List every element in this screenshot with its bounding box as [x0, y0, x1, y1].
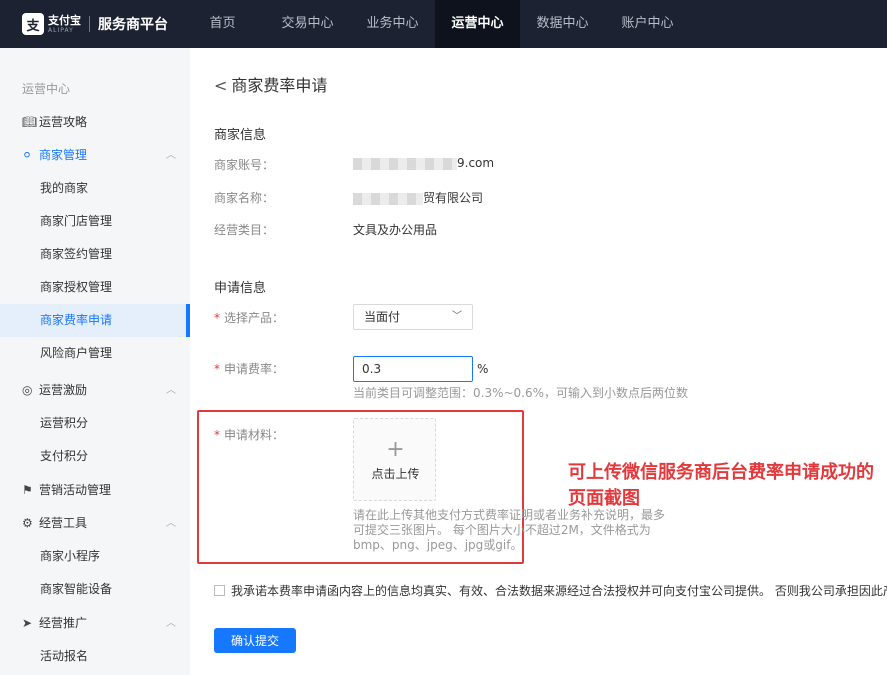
rate-label: * 申请费率： [214, 362, 285, 376]
alipay-logo[interactable]: 支 支付宝 ALIPAY 服务商平台 [22, 12, 168, 36]
sidebar-item-operation-incentive[interactable]: ◎ 运营激励 ︿ [0, 374, 190, 407]
masked-text [353, 157, 457, 170]
required-mark: * [214, 311, 220, 325]
nav-home[interactable]: 首页 [180, 0, 265, 48]
agreement-row: 我承诺本费率申请函内容上的信息均真实、有效、合法数据来源经过合法授权并可向支付宝… [214, 582, 887, 599]
nav-account-center[interactable]: 账户中心 [605, 0, 690, 48]
book-icon: 📖︎ [22, 115, 38, 129]
material-label: * 申请材料： [214, 428, 285, 442]
masked-text [353, 192, 423, 205]
required-mark: * [214, 362, 220, 376]
alipay-logo-icon: 支 [22, 13, 44, 35]
sidebar-item-operation-guide[interactable]: 📖︎ 运营攻略 [0, 106, 190, 139]
sidebar-item-business-promotion[interactable]: ➤ 经营推广 ︿ [0, 607, 190, 640]
send-icon: ➤ [22, 616, 33, 630]
chevron-up-icon: ︿ [166, 150, 176, 161]
sidebar-item-business-tools[interactable]: ⚙︎ 经营工具 ︿ [0, 507, 190, 540]
top-nav: 首页 交易中心 业务中心 运营中心 数据中心 账户中心 [180, 0, 690, 48]
sidebar-title: 运营中心 [22, 82, 71, 96]
chevron-down-icon: ﹀ [452, 311, 462, 322]
logo-subtext: ALIPAY [48, 26, 74, 34]
chevron-up-icon: ︿ [166, 518, 176, 529]
merchant-name-label: 商家名称： [214, 191, 275, 205]
sidebar-item-event-signup[interactable]: 活动报名 [0, 640, 190, 673]
brand-title: 服务商平台 [98, 17, 168, 33]
nav-trade-center[interactable]: 交易中心 [265, 0, 350, 48]
upload-label: 点击上传 [371, 467, 420, 481]
flag-icon: ⚑ [22, 483, 33, 497]
gear-icon: ⚙︎ [22, 516, 33, 530]
sidebar-item-authorization-management[interactable]: 商家授权管理 [0, 271, 190, 304]
submit-button[interactable]: 确认提交 [214, 628, 296, 653]
nav-business-center[interactable]: 业务中心 [350, 0, 435, 48]
sidebar-item-rate-application[interactable]: 商家费率申请 [0, 304, 190, 337]
required-mark: * [214, 428, 220, 442]
merchant-account-label: 商家账号： [214, 158, 275, 172]
sidebar-item-risk-merchants[interactable]: 风险商户管理 [0, 337, 190, 370]
award-icon: ◎ [22, 383, 33, 397]
page-title[interactable]: < 商家费率申请 [214, 72, 327, 96]
rate-input[interactable] [353, 356, 473, 382]
rate-unit: % [477, 362, 489, 376]
sidebar: 运营中心 📖︎ 运营攻略 ⚪︎ 商家管理 ︿ 我的商家 商家门店管理 商家签约管… [0, 48, 190, 675]
product-select[interactable]: 当面付 ﹀ [353, 304, 473, 330]
logo-divider [89, 16, 90, 32]
apply-info-title: 申请信息 [214, 281, 267, 296]
merchant-info-title: 商家信息 [214, 128, 267, 143]
user-icon: ⚪︎ [22, 148, 33, 162]
sidebar-item-mini-program[interactable]: 商家小程序 [0, 540, 190, 573]
sidebar-item-operation-points[interactable]: 运营积分 [0, 407, 190, 440]
annotation-text: 可上传微信服务商后台费率申请成功的页面截图 [568, 462, 874, 509]
sidebar-item-payment-points[interactable]: 支付积分 [0, 440, 190, 473]
sidebar-item-store-management[interactable]: 商家门店管理 [0, 205, 190, 238]
nav-operation-center[interactable]: 运营中心 [435, 0, 520, 48]
category-value: 文具及办公用品 [353, 223, 438, 237]
sidebar-item-merchant-management[interactable]: ⚪︎ 商家管理 ︿ [0, 139, 190, 172]
sidebar-item-contract-management[interactable]: 商家签约管理 [0, 238, 190, 271]
chevron-up-icon: ︿ [166, 385, 176, 396]
plus-icon: + [386, 437, 405, 462]
sidebar-item-marketing-campaigns[interactable]: ⚑ 营销活动管理 [0, 474, 190, 507]
nav-data-center[interactable]: 数据中心 [520, 0, 605, 48]
rate-hint: 当前类目可调整范围：0.3%~0.6%，可输入到小数点后两位数 [353, 386, 689, 400]
product-label: * 选择产品： [214, 311, 285, 325]
chevron-up-icon: ︿ [166, 618, 176, 629]
upload-description: 请在此上传其他支付方式费率证明或者业务补充说明，最多可提交三张图片。 每个图片大… [353, 508, 666, 552]
chevron-left-icon[interactable]: < [214, 76, 227, 95]
upload-button[interactable]: + 点击上传 [353, 418, 436, 501]
top-bar: 支 支付宝 ALIPAY 服务商平台 首页 交易中心 业务中心 运营中心 数据中… [0, 0, 887, 48]
logo-text: 支付宝 [48, 13, 81, 27]
sidebar-item-smart-devices[interactable]: 商家智能设备 [0, 573, 190, 606]
sidebar-item-my-merchants[interactable]: 我的商家 [0, 172, 190, 205]
agreement-checkbox[interactable] [214, 585, 225, 596]
category-label: 经营类目： [214, 223, 275, 237]
agreement-text: 我承诺本费率申请函内容上的信息均真实、有效、合法数据来源经过合法授权并可向支付宝… [231, 584, 887, 598]
merchant-account-value: 9.com [353, 156, 494, 170]
main-content: < 商家费率申请 商家信息 商家账号： 9.com 商家名称： 贸有限公司 经营类… [190, 48, 887, 675]
merchant-name-value: 贸有限公司 [353, 189, 483, 206]
